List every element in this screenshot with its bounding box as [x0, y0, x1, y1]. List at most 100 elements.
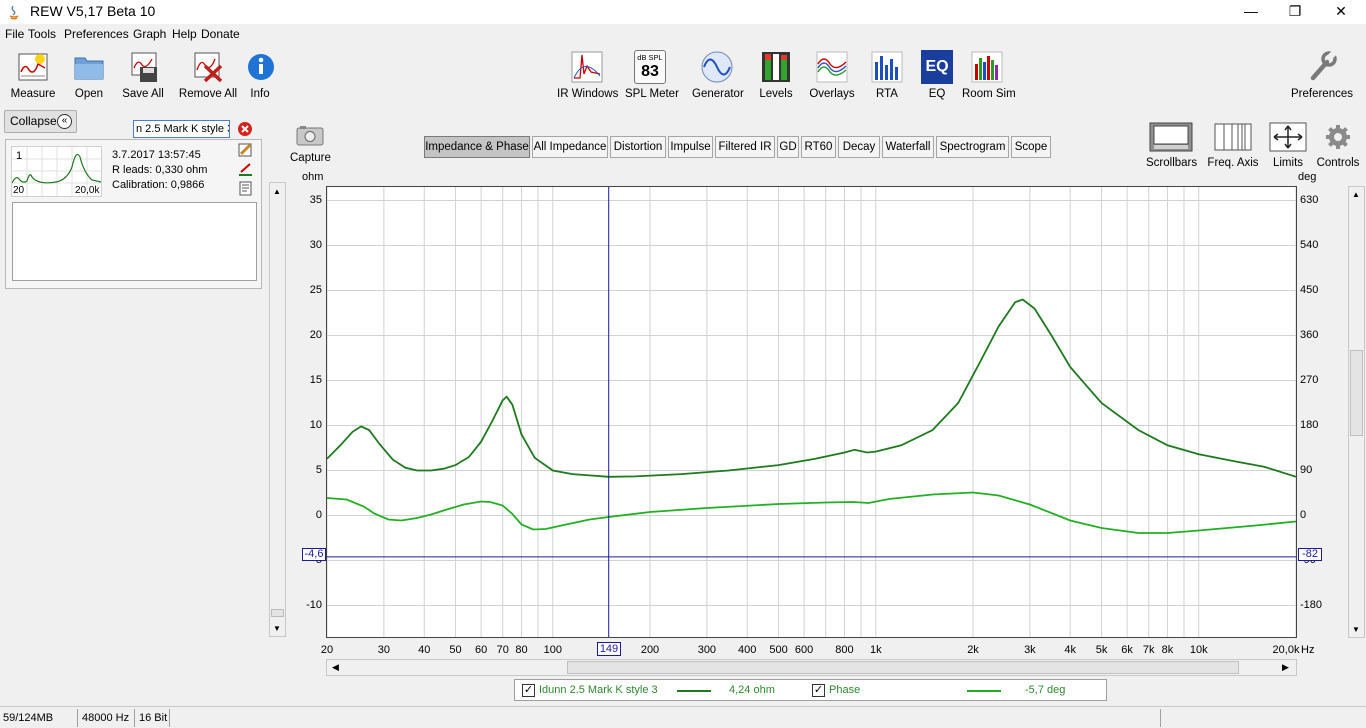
capture-label: Capture [290, 152, 331, 164]
overlays-button[interactable]: Overlays [807, 50, 857, 100]
series2-checkbox[interactable]: ✓ [812, 684, 825, 697]
preferences-button[interactable]: Preferences [1290, 50, 1354, 100]
ir-windows-button[interactable]: IR Windows [557, 50, 619, 100]
menu-graph[interactable]: Graph [133, 27, 166, 41]
bit-depth-status: 16 Bit [136, 709, 170, 727]
controls-label: Controls [1316, 157, 1360, 169]
tab-distortion[interactable]: Distortion [610, 136, 666, 158]
overlays-icon [816, 51, 848, 83]
series1-value: 4,24 ohm [729, 684, 775, 696]
scroll-down-icon[interactable]: ▼ [273, 624, 281, 633]
menu-file[interactable]: File [5, 27, 24, 41]
spl-meter-button[interactable]: dB SPL 83 SPL Meter [625, 50, 679, 100]
tab-rt60[interactable]: RT60 [801, 136, 836, 158]
series1-checkbox[interactable]: ✓ [522, 684, 535, 697]
collapse-button[interactable]: Collapse « [4, 110, 77, 133]
edit-measurement-icon[interactable] [238, 142, 253, 157]
vscroll-up-icon[interactable]: ▲ [1352, 190, 1360, 199]
measurement-name-field[interactable]: n 2.5 Mark K style 3 [133, 120, 230, 138]
eq-icon: EQ [921, 50, 953, 84]
menu-help[interactable]: Help [172, 27, 197, 41]
remove-all-button[interactable]: Remove All [178, 50, 238, 100]
menu-preferences[interactable]: Preferences [64, 27, 129, 41]
tab-spectrogram[interactable]: Spectrogram [936, 136, 1009, 158]
measure-icon [18, 53, 48, 81]
room-sim-button[interactable]: Room Sim [962, 50, 1016, 100]
scroll-thumb[interactable] [271, 609, 284, 617]
x-tick-label: 7k [1142, 644, 1155, 656]
eq-button[interactable]: EQ EQ [921, 50, 953, 100]
frequency-scrollbar[interactable]: ◀ ▶ [326, 659, 1297, 676]
y2-tick-label: 180 [1300, 418, 1319, 431]
freq-axis-label: Freq. Axis [1207, 157, 1259, 169]
tab-scope[interactable]: Scope [1011, 136, 1051, 158]
close-window-button[interactable]: ✕ [1318, 0, 1364, 24]
plot-vscrollbar[interactable]: ▲ ▼ [1348, 186, 1365, 638]
y-tick-label: 20 [309, 328, 322, 341]
x-tick-label: 5k [1095, 644, 1108, 656]
levels-icon [762, 52, 790, 82]
remove-measurement-icon[interactable] [237, 121, 253, 137]
maximize-button[interactable]: ❐ [1272, 0, 1318, 24]
menu-donate[interactable]: Donate [201, 27, 240, 41]
tab-gd[interactable]: GD [777, 136, 799, 158]
levels-button[interactable]: Levels [756, 50, 796, 100]
x-tick-label: 30 [377, 644, 390, 656]
limits-label: Limits [1272, 157, 1304, 169]
capture-button[interactable]: Capture [290, 124, 331, 164]
measure-button[interactable]: Measure [10, 50, 56, 100]
scrollbars-button[interactable]: Scrollbars [1146, 122, 1198, 169]
panel-scrollbar[interactable]: ▲ ▼ [269, 182, 286, 637]
cursor-right-readout: -82 [1298, 548, 1322, 561]
scrollbars-label: Scrollbars [1146, 157, 1198, 169]
limits-button[interactable]: Limits [1268, 122, 1308, 169]
measure-label: Measure [10, 88, 56, 100]
open-button[interactable]: Open [68, 50, 110, 100]
y2-axis-unit: deg [1298, 171, 1317, 183]
x-tick-label: 20,0k [1272, 644, 1300, 656]
tab-filtered-ir[interactable]: Filtered IR [715, 136, 775, 158]
vscroll-thumb[interactable] [1350, 350, 1363, 436]
x-tick-label: 800 [835, 644, 854, 656]
y-tick-label: 30 [309, 238, 322, 251]
generator-button[interactable]: Generator [692, 50, 744, 100]
tab-impulse[interactable]: Impulse [668, 136, 713, 158]
info-button[interactable]: Info [246, 50, 274, 100]
ir-windows-label: IR Windows [557, 88, 619, 100]
measurement-notes[interactable] [12, 202, 257, 281]
gear-icon [1326, 125, 1350, 149]
x-tick-label: 3k [1024, 644, 1036, 656]
y2-tick-label: 630 [1300, 193, 1319, 206]
x-tick-label: 4k [1064, 644, 1077, 656]
thumb-xmax: 20,0k [75, 185, 100, 196]
tab-all-impedance[interactable]: All Impedance [532, 136, 608, 158]
scroll-right-icon[interactable]: ▶ [1282, 662, 1289, 673]
tab-decay[interactable]: Decay [838, 136, 880, 158]
impedance-plot[interactable] [326, 186, 1297, 638]
save-all-button[interactable]: Save All [119, 50, 167, 100]
scrollbars-icon [1149, 122, 1193, 152]
x-tick-label: 2k [967, 644, 979, 656]
series2-swatch [967, 690, 1001, 692]
trace-color-icon[interactable] [238, 162, 253, 177]
menu-tools[interactable]: Tools [28, 27, 56, 41]
vscroll-down-icon[interactable]: ▼ [1352, 625, 1360, 634]
minimize-button[interactable]: — [1228, 0, 1274, 24]
rta-button[interactable]: RTA [870, 50, 904, 100]
scroll-left-icon[interactable]: ◀ [332, 662, 339, 673]
freq-axis-button[interactable]: Freq. Axis [1206, 122, 1260, 169]
spl-unit: dB SPL [637, 53, 663, 62]
x-axis-unit: Hz [1301, 644, 1315, 656]
controls-button[interactable]: Controls [1314, 122, 1362, 169]
y-tick-label: 15 [309, 373, 322, 386]
scroll-up-icon[interactable]: ▲ [273, 187, 281, 196]
notes-icon[interactable] [238, 181, 253, 196]
tab-impedance-phase[interactable]: Impedance & Phase [424, 136, 530, 158]
hscroll-thumb[interactable] [567, 661, 1239, 674]
limits-icon [1269, 122, 1307, 152]
x-tick-label: 70 [496, 644, 509, 656]
ir-windows-icon [571, 51, 603, 83]
remove-all-label: Remove All [178, 88, 238, 100]
eq-label: EQ [928, 88, 946, 100]
tab-waterfall[interactable]: Waterfall [882, 136, 934, 158]
